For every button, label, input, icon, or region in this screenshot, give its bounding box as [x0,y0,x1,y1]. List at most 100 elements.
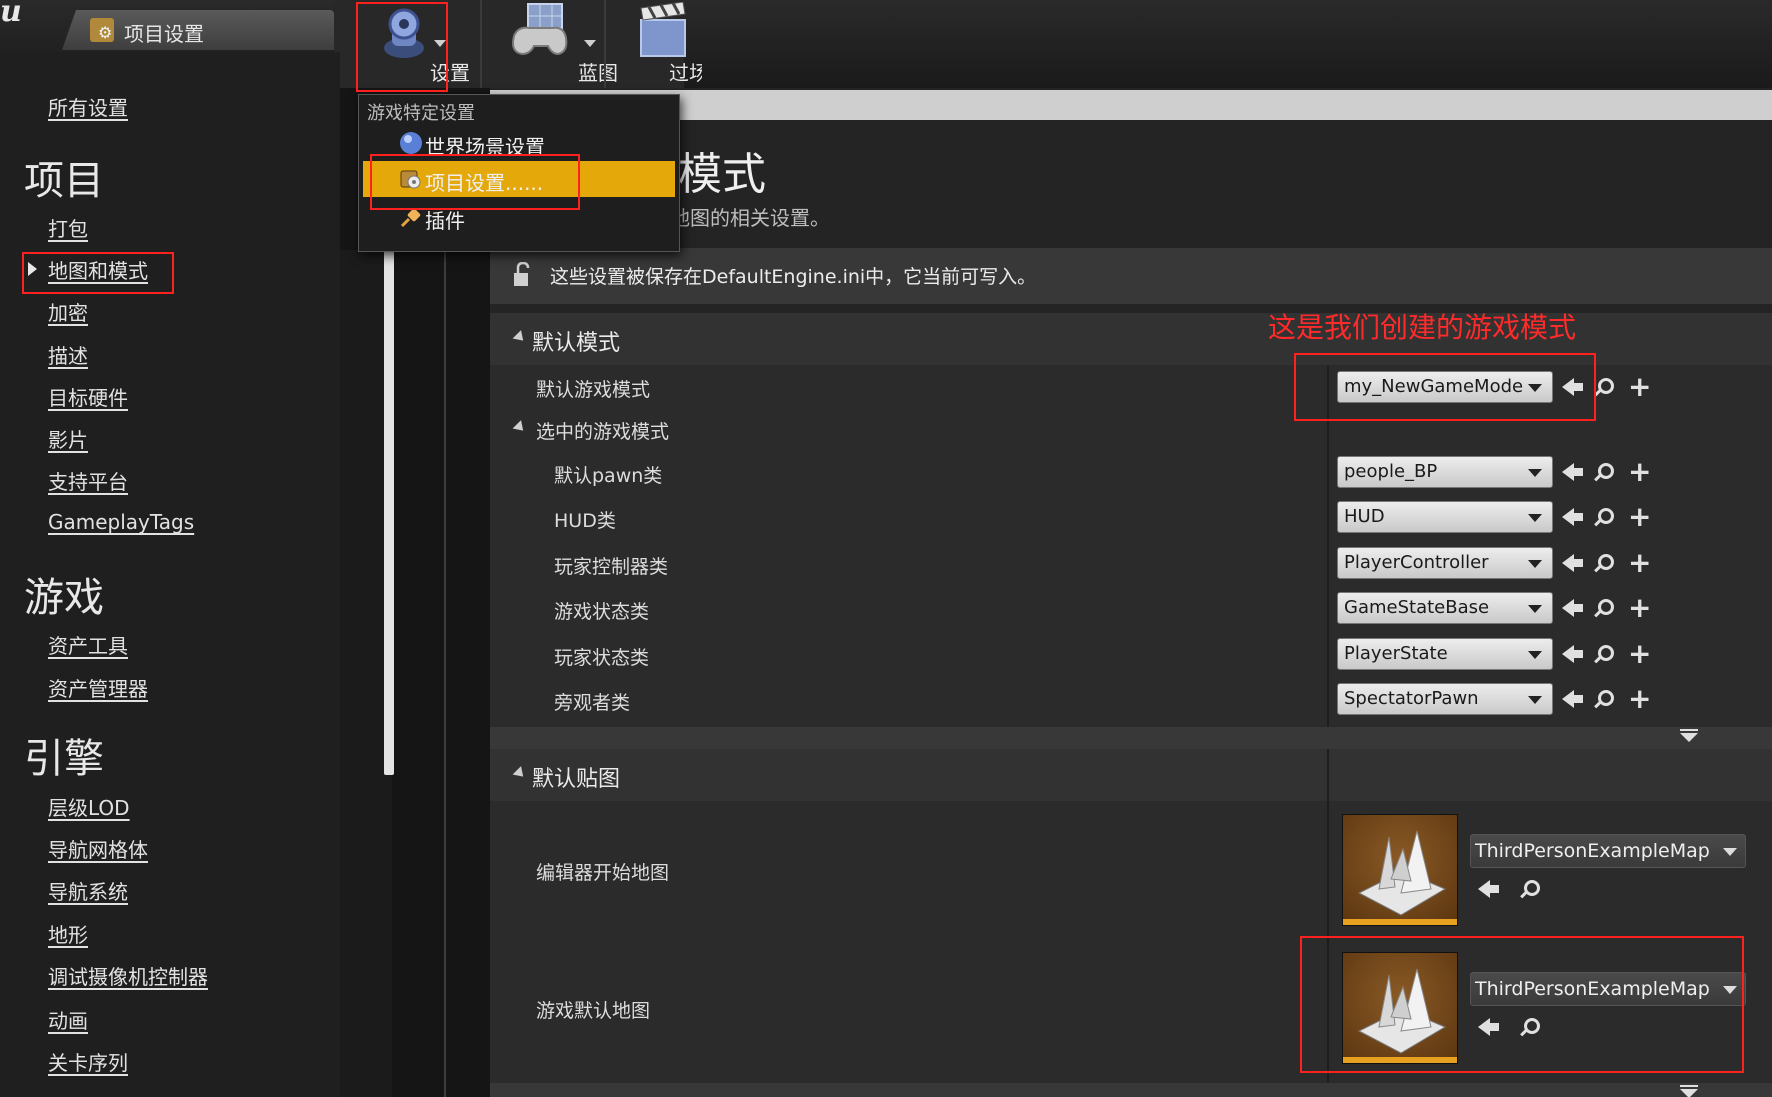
nav-item-landscape[interactable]: 地形 [48,919,88,948]
default-pawn-class-combo[interactable]: people_BP [1337,456,1553,488]
search-strip [490,90,1772,120]
label-default-pawn-class: 默认pawn类 [554,465,663,487]
label-player-controller-class: 玩家控制器类 [554,556,669,578]
cinematics-label: 过场动 [669,61,702,85]
chevron-down-icon [584,40,596,47]
browse-magnifier-icon[interactable] [1598,554,1614,570]
chevron-down-icon [1528,469,1542,477]
chevron-down-icon [1528,514,1542,522]
use-selected-arrow-icon[interactable] [1562,690,1583,708]
clapperboard-icon [640,2,686,57]
spectator-class-combo[interactable]: SpectatorPawn [1337,683,1553,715]
add-plus-icon[interactable]: + [1628,503,1651,531]
add-plus-icon[interactable]: + [1628,458,1651,486]
label-editor-startup-map: 编辑器开始地图 [536,862,670,884]
nav-item-description[interactable]: 描述 [48,340,88,369]
label-hud-class: HUD类 [554,510,616,532]
chevron-down-icon [1528,560,1542,568]
annotation-box-default-map [1300,936,1744,1073]
annotation-box-game-mode [1294,353,1596,421]
browse-magnifier-icon[interactable] [1598,690,1614,706]
nav-item-packaging[interactable]: 打包 [48,213,88,242]
notice-text: 这些设置被保存在DefaultEngine.ini中，它当前可写入。 [550,266,1037,288]
unlocked-icon [514,262,530,286]
nav-item-navigation-system[interactable]: 导航系统 [48,876,128,905]
collapse-triangle-icon [512,330,528,345]
asset-type-bar [1343,919,1457,925]
nav-item-level-sequence[interactable]: 关卡序列 [48,1047,128,1076]
nav-item-movies[interactable]: 影片 [48,424,88,453]
label-spectator-class: 旁观者类 [554,692,631,714]
editor-startup-map-thumbnail[interactable] [1342,814,1458,926]
player-state-class-combo[interactable]: PlayerState [1337,638,1553,670]
chevron-down-icon [1528,605,1542,613]
annotation-box-project-settings [370,154,580,210]
section-label: 默认模式 [532,331,621,356]
map-icon [1357,830,1447,916]
browse-magnifier-icon[interactable] [1598,645,1614,661]
toolbar-divider [480,0,482,88]
annotation-box-settings [356,2,448,92]
chevron-down-icon [1528,696,1542,704]
player-controller-class-combo[interactable]: PlayerController [1337,547,1553,579]
nav-scrollbar[interactable] [384,250,394,775]
panel-divider [444,250,446,1097]
menu-header: 游戏特定设置 [367,103,475,124]
tab-project-settings[interactable]: 项目设置 [62,10,334,50]
cinematics-button[interactable]: 过场动 [612,0,702,88]
hud-class-combo[interactable]: HUD [1337,501,1553,533]
nav-item-gameplay-tags[interactable]: GameplayTags [48,510,194,534]
advanced-expand-bar[interactable] [490,1083,1772,1097]
nav-section-game: 游戏 [24,575,104,621]
add-plus-icon[interactable]: + [1628,594,1651,622]
editor-startup-map-combo[interactable]: ThirdPersonExampleMap [1470,834,1746,868]
chevron-down-icon [1528,651,1542,659]
add-plus-icon[interactable]: + [1628,373,1651,401]
nav-item-animation[interactable]: 动画 [48,1005,88,1034]
nav-item-encryption[interactable]: 加密 [48,297,88,326]
label-player-state-class: 玩家状态类 [554,647,650,669]
expand-down-icon [1680,1089,1698,1097]
toolbar-divider [604,0,606,88]
nav-section-engine: 引擎 [24,736,104,782]
browse-magnifier-icon[interactable] [1598,599,1614,615]
nav-item-target-hardware[interactable]: 目标硬件 [48,382,128,411]
add-plus-icon[interactable]: + [1628,549,1651,577]
add-plus-icon[interactable]: + [1628,640,1651,668]
expand-line-icon [1680,729,1698,731]
nav-item-debug-camera[interactable]: 调试摄像机控制器 [48,961,208,990]
browse-magnifier-icon[interactable] [1598,508,1614,524]
nav-item-asset-manager[interactable]: 资产管理器 [48,673,148,702]
unreal-logo-icon: u [0,0,22,29]
section-label: 默认贴图 [532,767,621,792]
nav-item-asset-tools[interactable]: 资产工具 [48,630,128,659]
use-selected-arrow-icon[interactable] [1562,599,1583,617]
use-selected-arrow-icon[interactable] [1478,880,1499,898]
chevron-down-icon [1723,848,1737,856]
nav-all-settings[interactable]: 所有设置 [48,92,128,121]
annotation-box-maps-modes [22,252,174,294]
use-selected-arrow-icon[interactable] [1562,554,1583,572]
nav-section-project: 项目 [24,158,104,204]
expand-down-icon [1680,733,1698,742]
use-selected-arrow-icon[interactable] [1562,508,1583,526]
globe-icon [400,132,422,154]
combo-value: GameStateBase [1344,597,1490,618]
use-selected-arrow-icon[interactable] [1562,645,1583,663]
blueprint-button[interactable]: 蓝图 [488,0,618,88]
browse-magnifier-icon[interactable] [1598,463,1614,479]
game-state-class-combo[interactable]: GameStateBase [1337,592,1553,624]
nav-item-hlod[interactable]: 层级LOD [48,792,130,821]
use-selected-arrow-icon[interactable] [1562,463,1583,481]
browse-magnifier-icon[interactable] [1598,378,1614,394]
advanced-expand-bar[interactable] [490,727,1772,749]
add-plus-icon[interactable]: + [1628,685,1651,713]
tab-label: 项目设置 [124,22,204,46]
combo-value: PlayerController [1344,552,1489,573]
combo-value: ThirdPersonExampleMap [1475,840,1710,862]
combo-value: HUD [1344,506,1385,527]
section-default-maps[interactable]: 默认贴图 [490,749,1772,801]
nav-item-supported-platforms[interactable]: 支持平台 [48,466,128,495]
browse-magnifier-icon[interactable] [1524,880,1540,896]
nav-item-navmesh[interactable]: 导航网格体 [48,834,148,863]
